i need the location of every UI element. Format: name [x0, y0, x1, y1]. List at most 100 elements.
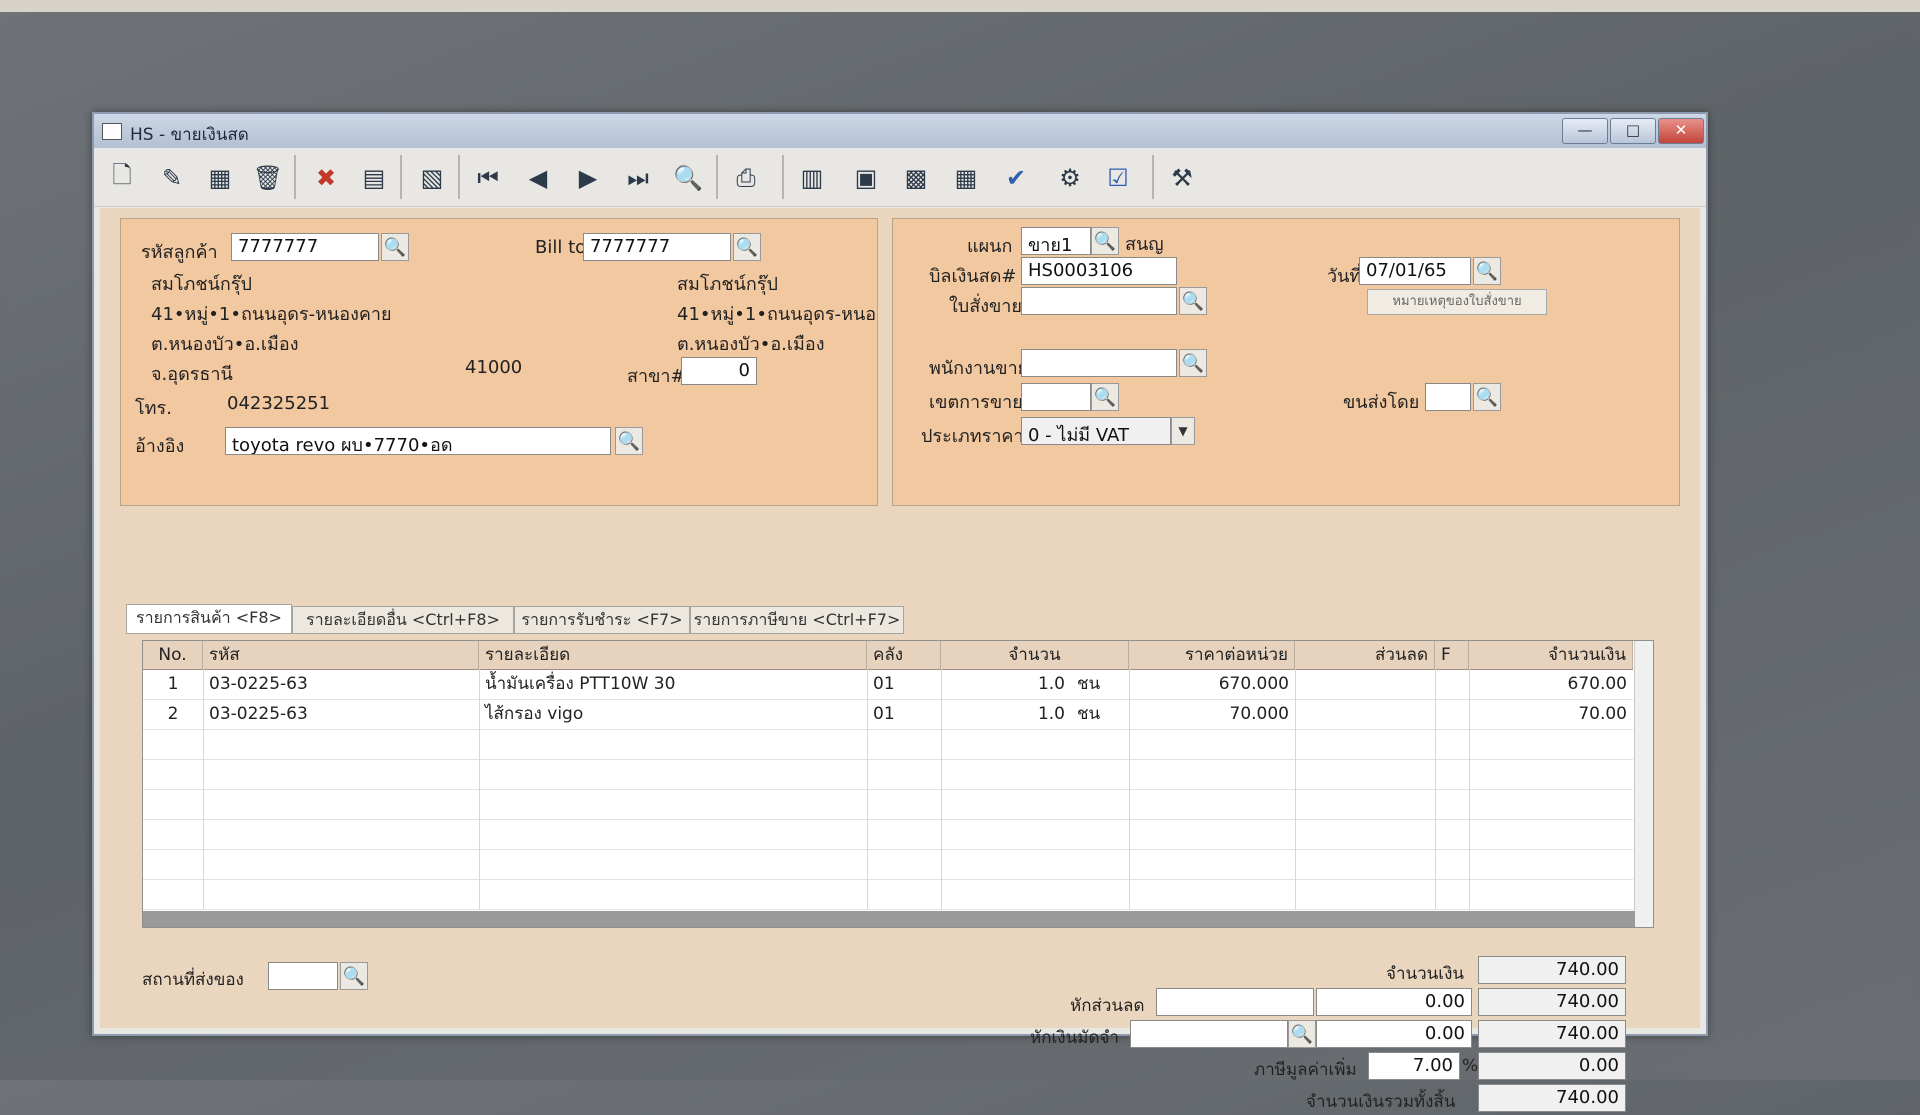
customer-code-input[interactable]: 7777777	[231, 233, 379, 261]
vat-rate-input[interactable]: 7.00	[1368, 1052, 1460, 1080]
tab-items[interactable]: รายการสินค้า <F8>	[126, 604, 292, 634]
shipping-input[interactable]	[1425, 383, 1471, 411]
cell-qty[interactable]: 1.0	[941, 669, 1071, 699]
price-type-label: ประเภทราคา	[921, 426, 1024, 447]
vat-percent-sign: %	[1462, 1056, 1479, 1076]
grid-row-line	[143, 819, 1633, 820]
reference-input[interactable]: toyota revo ผบ•7770•อด	[225, 427, 611, 455]
save-icon[interactable]: ▤	[354, 158, 394, 198]
table-row[interactable]: 1 03-0225-63 น้ำมันเครื่อง PTT10W 30 01 1.0 ช…	[143, 669, 1633, 699]
report-icon[interactable]: ▥	[792, 158, 832, 198]
toolbar-separator	[458, 155, 460, 199]
deposit-search-icon[interactable]: 🔍	[1288, 1020, 1316, 1048]
salesperson-search-icon[interactable]: 🔍	[1179, 349, 1207, 377]
delete-icon[interactable]: 🗑	[248, 158, 288, 198]
maximize-button[interactable]: □	[1610, 118, 1656, 144]
prev-record-icon[interactable]: ◀	[518, 158, 558, 198]
col-no[interactable]: No.	[143, 641, 203, 669]
chevron-down-icon[interactable]: ▼	[1171, 417, 1195, 445]
col-warehouse[interactable]: คลัง	[867, 641, 941, 669]
cell-f[interactable]	[1435, 669, 1469, 699]
salesperson-input[interactable]	[1021, 349, 1177, 377]
grid-horizontal-scrollbar[interactable]	[143, 911, 1635, 927]
cell-no[interactable]: 1	[143, 669, 203, 699]
title-bar[interactable]: HS - ขายเงินสด — □ ✕	[94, 114, 1706, 148]
table-row[interactable]: 2 03-0225-63 ไส้กรอง vigo 01 1.0 ชน 70.000 70.0…	[143, 699, 1633, 729]
cell-amount[interactable]: 670.00	[1469, 669, 1633, 699]
next-record-icon[interactable]: ▶	[568, 158, 608, 198]
tab-sales-tax[interactable]: รายการภาษีขาย <Ctrl+F7>	[690, 606, 904, 634]
find-icon[interactable]: 🔍	[668, 158, 708, 198]
customer-zip: 41000	[465, 357, 523, 378]
col-f[interactable]: F	[1435, 641, 1469, 669]
cell-disc[interactable]	[1295, 699, 1435, 729]
col-quantity[interactable]: จำนวน	[941, 641, 1129, 669]
date-picker-icon[interactable]: 🔍	[1473, 257, 1501, 285]
cell-amount[interactable]: 70.00	[1469, 699, 1633, 729]
grid-vertical-scrollbar[interactable]	[1634, 641, 1653, 927]
ship-place-input[interactable]	[268, 962, 338, 990]
print-icon[interactable]: ⎙	[726, 158, 766, 198]
col-amount[interactable]: จำนวนเงิน	[1469, 641, 1633, 669]
calculator-icon[interactable]: ▩	[896, 158, 936, 198]
tab-other-details[interactable]: รายละเอียดอื่น <Ctrl+F8>	[292, 606, 514, 634]
cell-code[interactable]: 03-0225-63	[203, 669, 479, 699]
cell-f[interactable]	[1435, 699, 1469, 729]
document-panel: แผนก ขาย1 🔍 สนญ บิลเงินสด# HS0003106 วัน…	[892, 218, 1680, 506]
approve-icon[interactable]: ✔	[996, 158, 1036, 198]
grid-header: No. รหัส รายละเอียด คลัง จำนวน ราคาต่อหน…	[143, 641, 1633, 670]
department-input[interactable]: ขาย1	[1021, 227, 1091, 255]
cell-price[interactable]: 70.000	[1129, 699, 1295, 729]
settings-icon[interactable]: ⚒	[1162, 158, 1202, 198]
table-icon[interactable]: ▦	[946, 158, 986, 198]
sales-area-search-icon[interactable]: 🔍	[1091, 383, 1119, 411]
col-code[interactable]: รหัส	[203, 641, 479, 669]
deposit-input[interactable]	[1130, 1020, 1288, 1048]
cancel-icon[interactable]: ✖	[306, 158, 346, 198]
shipping-search-icon[interactable]: 🔍	[1473, 383, 1501, 411]
sales-order-note-button[interactable]: หมายเหตุของใบสั่งขาย	[1367, 289, 1547, 315]
new-icon[interactable]: 🗋	[102, 158, 142, 198]
discount-input[interactable]	[1156, 988, 1314, 1016]
branch-input[interactable]: 0	[681, 357, 757, 385]
bill-number-label: บิลเงินสด#	[929, 266, 1017, 287]
sales-order-search-icon[interactable]: 🔍	[1179, 287, 1207, 315]
void-icon[interactable]: ▦	[200, 158, 240, 198]
col-unit-price[interactable]: ราคาต่อหน่วย	[1129, 641, 1295, 669]
minimize-button[interactable]: —	[1562, 118, 1608, 144]
approve-gear-icon[interactable]: ⚙	[1050, 158, 1090, 198]
cashbox-icon[interactable]: ▣	[846, 158, 886, 198]
customer-search-icon[interactable]: 🔍	[381, 233, 409, 261]
ok-icon[interactable]: ☑	[1098, 158, 1138, 198]
cell-desc[interactable]: ไส้กรอง vigo	[479, 699, 867, 729]
cell-qty[interactable]: 1.0	[941, 699, 1071, 729]
price-type-select[interactable]: 0 - ไม่มี VAT	[1021, 417, 1171, 445]
department-search-icon[interactable]: 🔍	[1091, 227, 1119, 255]
close-button[interactable]: ✕	[1658, 118, 1704, 144]
bill-to-input[interactable]: 7777777	[583, 233, 731, 261]
cell-unit[interactable]: ชน	[1071, 699, 1129, 729]
ship-place-search-icon[interactable]: 🔍	[340, 962, 368, 990]
last-record-icon[interactable]: ⏭	[618, 158, 658, 198]
sales-area-input[interactable]	[1021, 383, 1091, 411]
date-input[interactable]: 07/01/65	[1359, 257, 1471, 285]
cell-disc[interactable]	[1295, 669, 1435, 699]
edit-icon[interactable]: ✎	[152, 158, 192, 198]
app-icon	[102, 123, 122, 140]
sales-order-input[interactable]	[1021, 287, 1177, 315]
bill-number-input[interactable]: HS0003106	[1021, 257, 1177, 285]
cell-no[interactable]: 2	[143, 699, 203, 729]
cell-code[interactable]: 03-0225-63	[203, 699, 479, 729]
col-description[interactable]: รายละเอียด	[479, 641, 867, 669]
cell-wh[interactable]: 01	[867, 699, 941, 729]
tab-payments[interactable]: รายการรับชำระ <F7>	[514, 606, 690, 634]
cell-unit[interactable]: ชน	[1071, 669, 1129, 699]
cell-desc[interactable]: น้ำมันเครื่อง PTT10W 30	[479, 669, 867, 699]
cell-price[interactable]: 670.000	[1129, 669, 1295, 699]
copy-icon[interactable]: ▧	[412, 158, 452, 198]
col-discount[interactable]: ส่วนลด	[1295, 641, 1435, 669]
bill-to-search-icon[interactable]: 🔍	[733, 233, 761, 261]
first-record-icon[interactable]: ⏮	[468, 158, 508, 198]
reference-search-icon[interactable]: 🔍	[615, 427, 643, 455]
cell-wh[interactable]: 01	[867, 669, 941, 699]
